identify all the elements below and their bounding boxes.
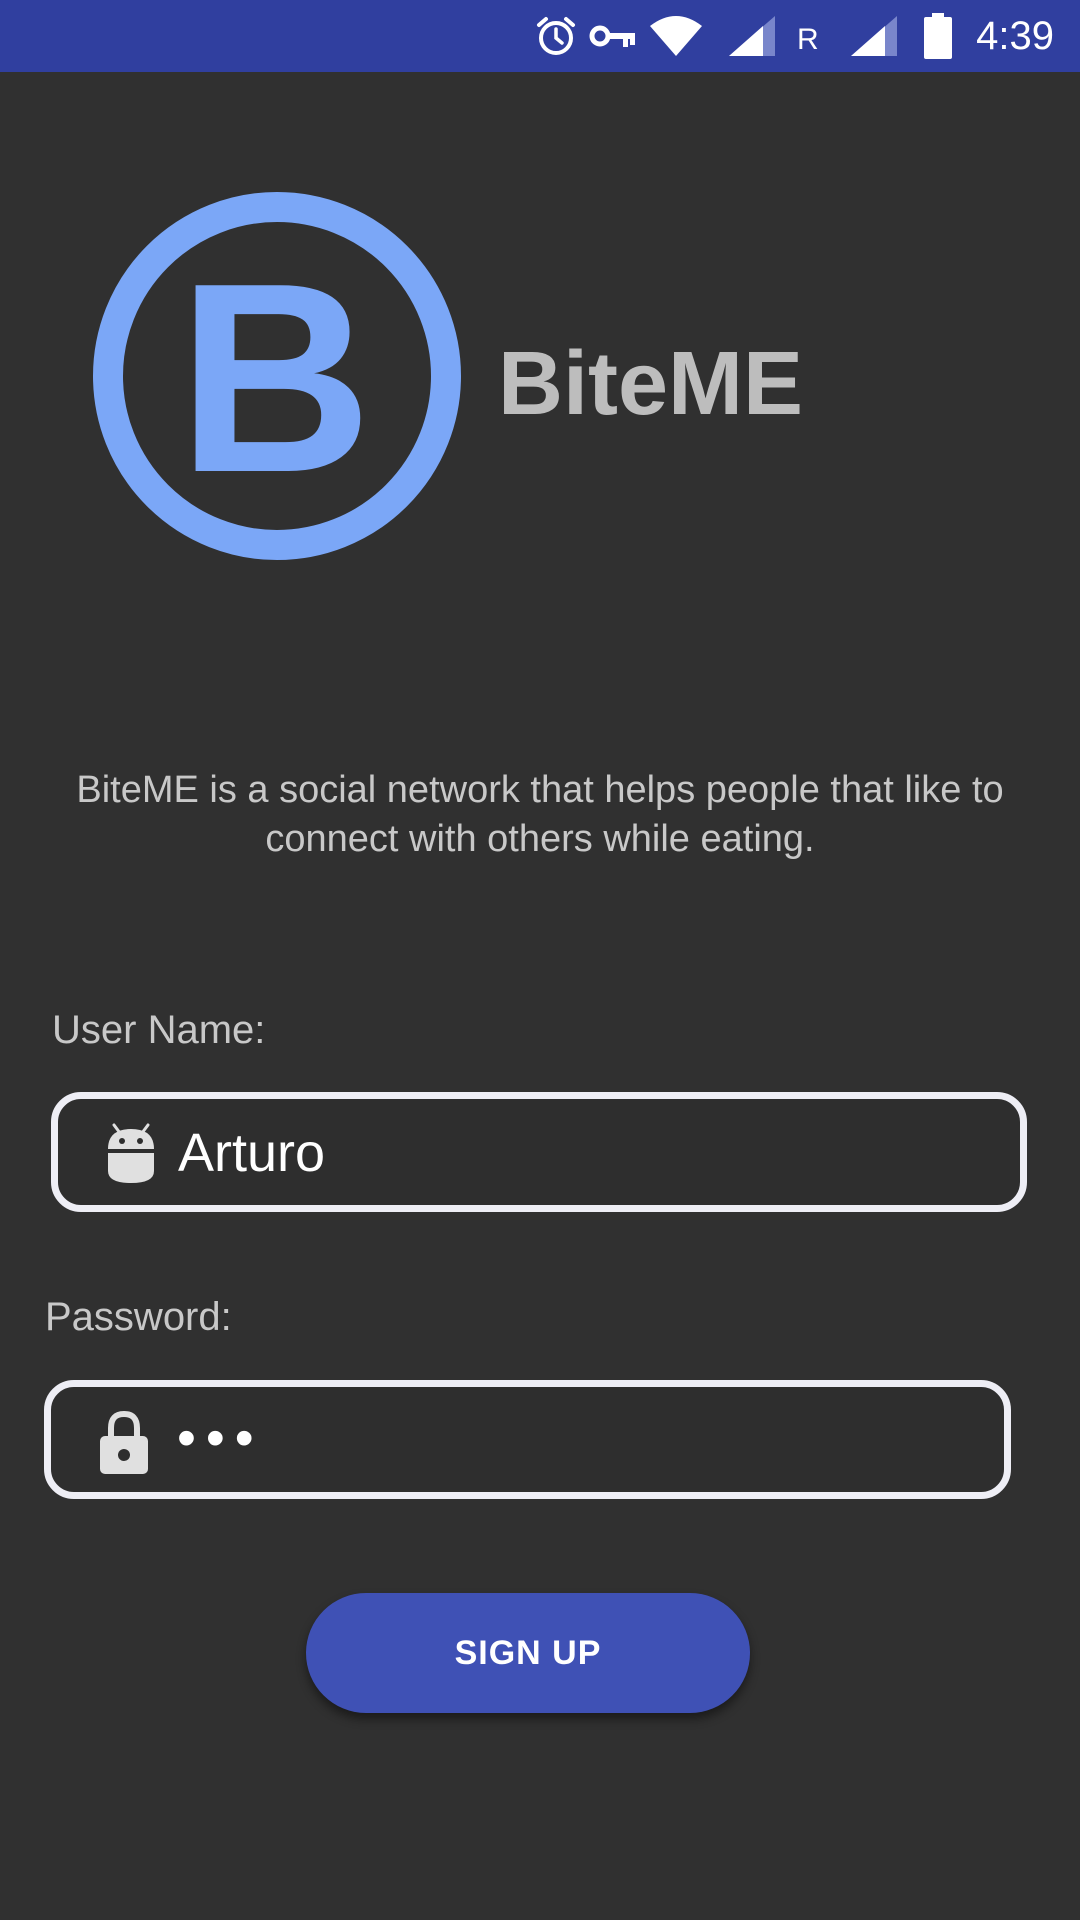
username-field[interactable]: Arturo	[51, 1092, 1027, 1212]
vpn-key-icon	[588, 0, 638, 72]
wifi-icon	[646, 0, 706, 72]
password-value: •••	[177, 1408, 264, 1468]
biteme-logo: B	[92, 191, 462, 561]
alarm-icon	[532, 0, 580, 72]
status-bar: R 4:39	[0, 0, 1080, 72]
roaming-indicator: R	[797, 23, 819, 56]
cell-signal-icon	[848, 0, 900, 72]
logo-letter: B	[178, 228, 373, 529]
username-value: Arturo	[178, 1123, 326, 1183]
android-icon	[103, 1116, 159, 1188]
cell-signal-icon	[726, 0, 778, 72]
username-label: User Name:	[52, 1008, 266, 1052]
password-label: Password:	[45, 1295, 232, 1339]
sign-up-button[interactable]: SIGN UP	[306, 1593, 750, 1713]
app-description: BiteME is a social network that helps pe…	[76, 769, 1004, 860]
app-name: BiteME	[498, 334, 804, 434]
status-time: 4:39	[976, 14, 1054, 58]
password-field[interactable]: •••	[44, 1380, 1011, 1499]
battery-icon	[922, 0, 954, 72]
lock-icon	[96, 1407, 152, 1477]
